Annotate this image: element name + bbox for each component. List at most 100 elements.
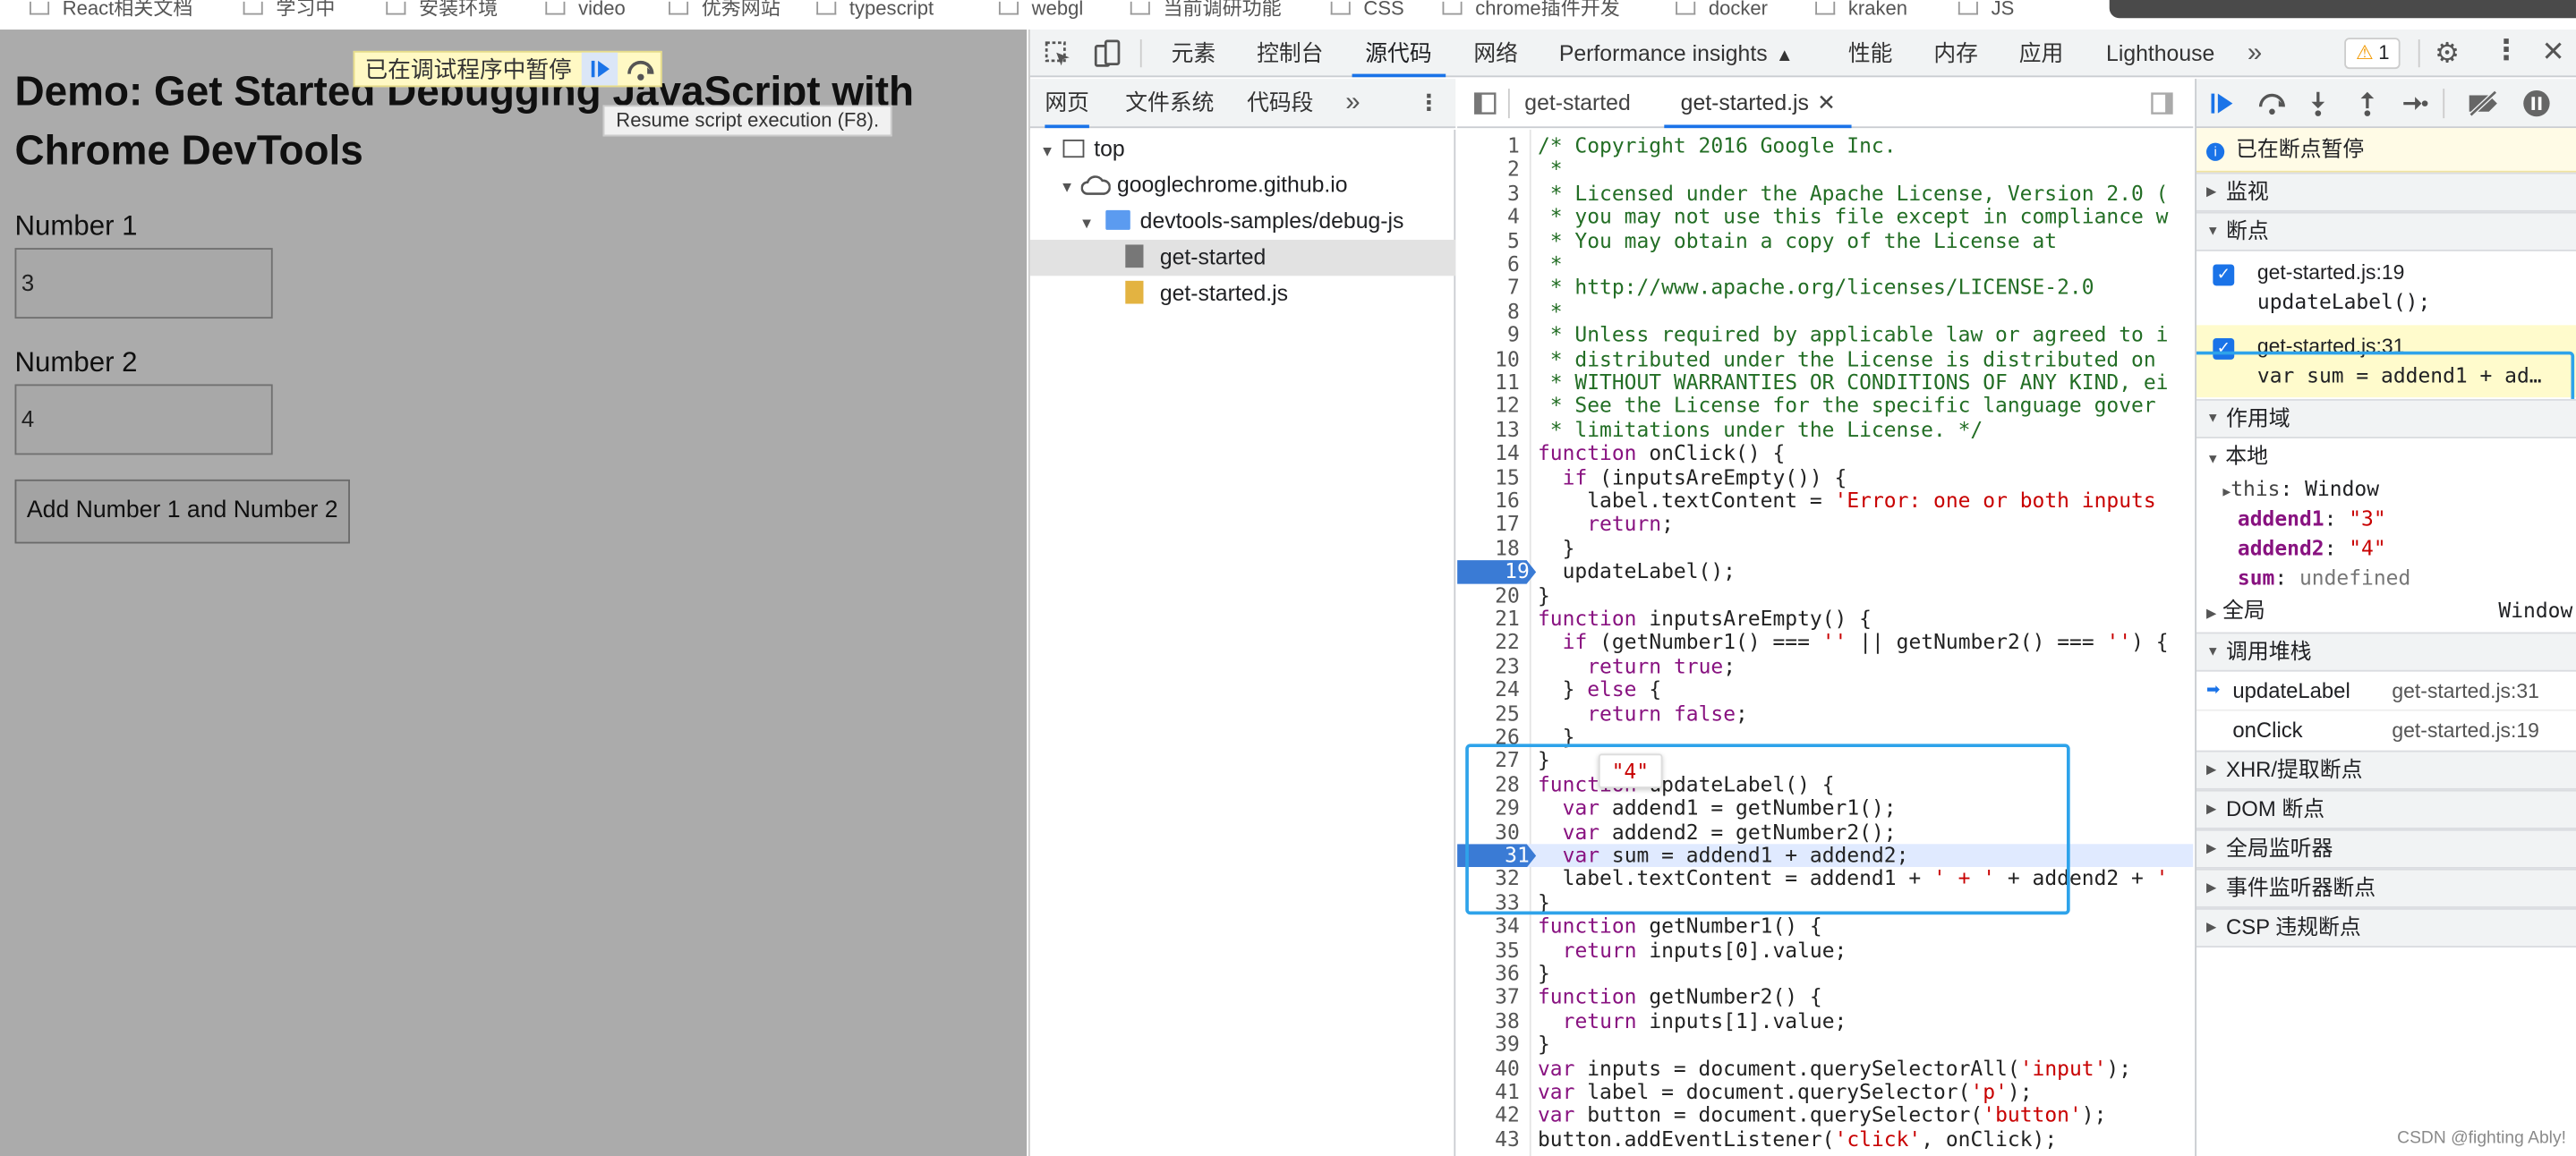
issues-badge[interactable]: ⚠ 1: [2344, 38, 2401, 70]
line-number[interactable]: 16: [1457, 488, 1526, 513]
device-toolbar-icon[interactable]: [1093, 39, 1122, 77]
breakpoint-item-19[interactable]: ✓ get-started.js:19 updateLabel();: [2196, 251, 2576, 324]
tab-sources[interactable]: 源代码: [1352, 30, 1446, 78]
bookmark-folder[interactable]: 当前调研功能: [1130, 0, 1282, 18]
line-number[interactable]: 7: [1457, 275, 1526, 300]
tree-node-file-get-started[interactable]: get-started: [1029, 239, 1456, 276]
line-number[interactable]: 25: [1457, 701, 1526, 726]
tab-elements[interactable]: 元素: [1172, 30, 1216, 77]
resume-icon[interactable]: [581, 52, 618, 86]
resume-icon[interactable]: [2206, 89, 2239, 126]
bookmark-folder[interactable]: kraken: [1815, 0, 1907, 18]
nav-more-options-icon[interactable]: ⋮: [1418, 79, 1440, 128]
more-nav-tabs-icon[interactable]: »: [1345, 79, 1360, 128]
nav-tab-snippets[interactable]: 代码段: [1247, 79, 1313, 128]
line-number[interactable]: 43: [1457, 1126, 1526, 1151]
bookmark-folder[interactable]: 优秀网站: [669, 0, 780, 18]
scope-local[interactable]: ▼ 本地: [2196, 438, 2576, 474]
step-into-icon[interactable]: [2305, 89, 2331, 126]
tab-application[interactable]: 应用: [2019, 30, 2064, 77]
line-number[interactable]: 36: [1457, 961, 1526, 985]
nav-tab-filesystem[interactable]: 文件系统: [1125, 79, 1214, 128]
call-frame-update-label[interactable]: ➡ updateLabel get-started.js:31: [2196, 672, 2576, 711]
section-watch[interactable]: ▶ 监视: [2196, 172, 2576, 212]
bookmark-folder[interactable]: webgl: [998, 0, 1083, 18]
bookmark-folder[interactable]: 学习中: [243, 0, 335, 18]
scope-addend2[interactable]: addend2: "4": [2196, 533, 2576, 563]
line-number[interactable]: 4: [1457, 204, 1526, 229]
line-number[interactable]: 21: [1457, 606, 1526, 631]
step-over-icon[interactable]: [621, 53, 661, 86]
tab-performance[interactable]: 性能: [1848, 30, 1893, 77]
line-number[interactable]: 12: [1457, 394, 1526, 418]
scope-sum[interactable]: sum: undefined: [2196, 563, 2576, 592]
tab-console[interactable]: 控制台: [1257, 30, 1323, 77]
pause-on-exceptions-icon[interactable]: [2521, 89, 2551, 126]
section-csp-breakpoints[interactable]: ▶ CSP 违规断点: [2196, 907, 2576, 948]
bookmark-folder[interactable]: video: [545, 0, 626, 18]
section-call-stack[interactable]: ▼ 调用堆栈: [2196, 632, 2576, 672]
toggle-navigator-icon[interactable]: [1473, 92, 1497, 123]
tab-performance-insights[interactable]: Performance insights ▲: [1559, 30, 1794, 77]
line-number[interactable]: 3: [1457, 181, 1526, 205]
line-number[interactable]: 37: [1457, 984, 1526, 1009]
line-number[interactable]: 39: [1457, 1032, 1526, 1057]
step-icon[interactable]: [2401, 89, 2430, 126]
line-number[interactable]: 22: [1457, 630, 1526, 654]
line-number[interactable]: 41: [1457, 1079, 1526, 1104]
line-number[interactable]: 34: [1457, 914, 1526, 939]
tree-node-file-get-started-js[interactable]: get-started.js: [1030, 276, 1455, 311]
line-number[interactable]: 13: [1457, 417, 1526, 442]
section-breakpoints[interactable]: ▼ 断点: [2196, 211, 2576, 251]
line-number[interactable]: 42: [1457, 1102, 1526, 1127]
section-xhr-breakpoints[interactable]: ▶ XHR/提取断点: [2196, 750, 2576, 790]
step-out-icon[interactable]: [2354, 89, 2380, 126]
line-number[interactable]: 18: [1457, 535, 1526, 560]
line-number[interactable]: 20: [1457, 582, 1526, 608]
close-tab-icon[interactable]: ✕: [1817, 90, 1836, 115]
tree-node-domain[interactable]: ▼ googlechrome.github.io: [1030, 167, 1455, 203]
section-global-listeners[interactable]: ▶ 全局监听器: [2196, 829, 2576, 869]
line-number[interactable]: 8: [1457, 299, 1526, 323]
tab-network[interactable]: 网络: [1473, 30, 1518, 77]
deactivate-breakpoints-icon[interactable]: [2466, 89, 2502, 126]
editor-tab-get-started[interactable]: get-started: [1524, 79, 1630, 128]
breakpoint-checkbox[interactable]: ✓: [2213, 264, 2235, 286]
call-frame-onclick[interactable]: onClick get-started.js:19: [2196, 711, 2576, 751]
section-scope[interactable]: ▼ 作用域: [2196, 398, 2576, 439]
line-number[interactable]: 40: [1457, 1055, 1526, 1080]
line-number[interactable]: 10: [1457, 346, 1526, 370]
line-number[interactable]: 38: [1457, 1008, 1526, 1033]
line-number[interactable]: 35: [1457, 937, 1526, 962]
line-number[interactable]: 14: [1457, 440, 1526, 465]
close-devtools-icon[interactable]: ✕: [2541, 36, 2564, 69]
bookmark-folder[interactable]: CSS: [1330, 0, 1404, 18]
line-number[interactable]: 23: [1457, 653, 1526, 678]
line-number[interactable]: 2: [1457, 157, 1526, 182]
scope-this[interactable]: ▶this: Window: [2196, 474, 2576, 504]
line-number[interactable]: 17: [1457, 512, 1526, 536]
nav-tab-page[interactable]: 网页: [1045, 79, 1089, 129]
number2-input[interactable]: 4: [14, 384, 273, 455]
bookmark-folder[interactable]: JS: [1958, 0, 2014, 18]
bookmark-folder[interactable]: docker: [1676, 0, 1768, 18]
number1-input[interactable]: 3: [14, 248, 273, 319]
bookmark-folder[interactable]: typescript: [816, 0, 934, 18]
tab-lighthouse[interactable]: Lighthouse: [2106, 30, 2214, 77]
line-number[interactable]: 6: [1457, 251, 1526, 276]
tree-node-folder[interactable]: ▼ devtools-samples/debug-js: [1030, 204, 1455, 240]
bookmark-folder[interactable]: chrome插件开发: [1442, 0, 1620, 18]
scope-addend1[interactable]: addend1: "3": [2196, 504, 2576, 533]
add-numbers-button[interactable]: Add Number 1 and Number 2: [14, 479, 350, 544]
settings-gear-icon[interactable]: ⚙: [2435, 38, 2460, 71]
bookmark-folder[interactable]: 安装环境: [386, 0, 498, 18]
more-options-icon[interactable]: ⋮: [2492, 35, 2520, 68]
line-number[interactable]: 9: [1457, 322, 1526, 347]
bookmark-folder[interactable]: React相关文档: [30, 0, 192, 18]
line-number[interactable]: 11: [1457, 370, 1526, 395]
line-number[interactable]: 5: [1457, 228, 1526, 252]
section-dom-breakpoints[interactable]: ▶ DOM 断点: [2196, 789, 2576, 829]
tree-node-top[interactable]: ▼ top: [1030, 132, 1455, 167]
line-number[interactable]: 1: [1457, 133, 1526, 157]
tab-memory[interactable]: 内存: [1933, 30, 1978, 77]
